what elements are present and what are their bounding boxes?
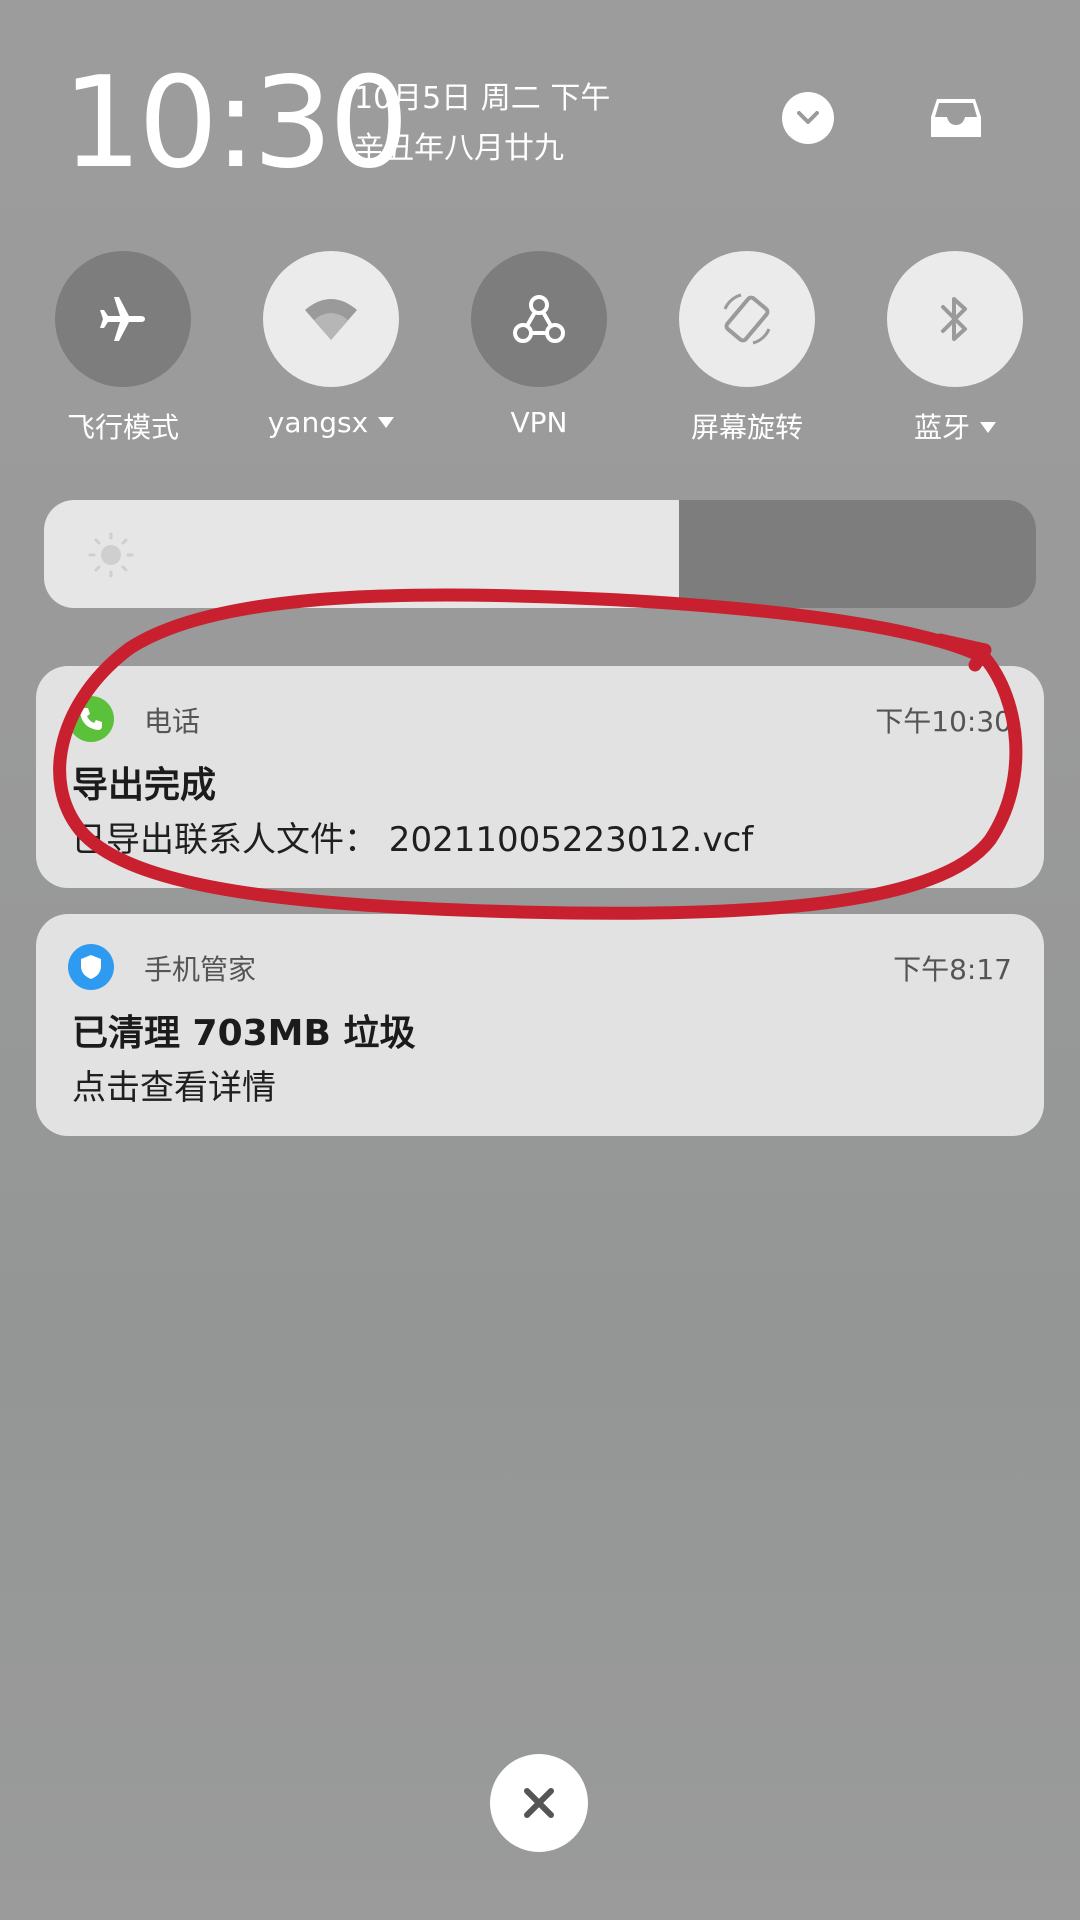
airplane-icon [100, 297, 145, 341]
expand-button[interactable] [782, 92, 834, 144]
notification-card-phone-manager[interactable]: 手机管家 下午8:17 已清理 703MB 垃圾 点击查看详情 [36, 914, 1044, 1136]
close-icon [524, 1788, 554, 1818]
wifi-toggle[interactable] [263, 251, 399, 387]
airplane-mode-toggle[interactable] [55, 251, 191, 387]
screen-rotation-toggle[interactable] [679, 251, 815, 387]
brightness-slider-fill [44, 500, 679, 608]
notification-time: 下午8:17 [893, 953, 1012, 986]
notification-title: 已清理 703MB 垃圾 [72, 1013, 416, 1054]
bluetooth-icon [941, 297, 967, 341]
date-label: 10月5日 周二 下午 [354, 81, 611, 116]
chevron-down-icon [797, 111, 819, 124]
bluetooth-toggle[interactable] [887, 251, 1023, 387]
inbox-tray-icon [931, 99, 981, 137]
vpn-icon [513, 295, 565, 343]
bluetooth-label[interactable]: 蓝牙 [855, 406, 1055, 446]
notification-app-name: 手机管家 [144, 953, 257, 986]
notification-body: 点击查看详情 [72, 1068, 276, 1108]
notification-inbox-button[interactable] [928, 92, 984, 144]
shield-icon [68, 944, 114, 990]
vpn-label: VPN [510, 406, 568, 439]
clear-all-button[interactable] [490, 1754, 588, 1852]
dropdown-caret-icon [980, 421, 996, 433]
phone-icon [68, 696, 114, 742]
notification-app-name: 电话 [144, 705, 201, 738]
vpn-toggle[interactable] [471, 251, 607, 387]
airplane-mode-label: 飞行模式 [66, 411, 179, 444]
notification-body: 已导出联系人文件： 20211005223012.vcf [72, 820, 754, 860]
dropdown-caret-icon [378, 416, 395, 428]
wifi-label[interactable]: yangsx [231, 406, 431, 439]
notification-time: 下午10:30 [875, 705, 1012, 738]
lunar-date-label: 辛丑年八月廿九 [354, 131, 564, 166]
notification-card-phone[interactable]: 电话 下午10:30 导出完成 已导出联系人文件： 20211005223012… [36, 666, 1044, 888]
screen-rotation-icon [723, 293, 771, 345]
clock-time: 10:30 [62, 49, 409, 196]
notification-title: 导出完成 [72, 765, 217, 806]
screen-rotation-label: 屏幕旋转 [690, 411, 803, 444]
brightness-icon [88, 532, 134, 578]
wifi-icon [305, 299, 357, 340]
brightness-slider[interactable] [44, 500, 1036, 608]
